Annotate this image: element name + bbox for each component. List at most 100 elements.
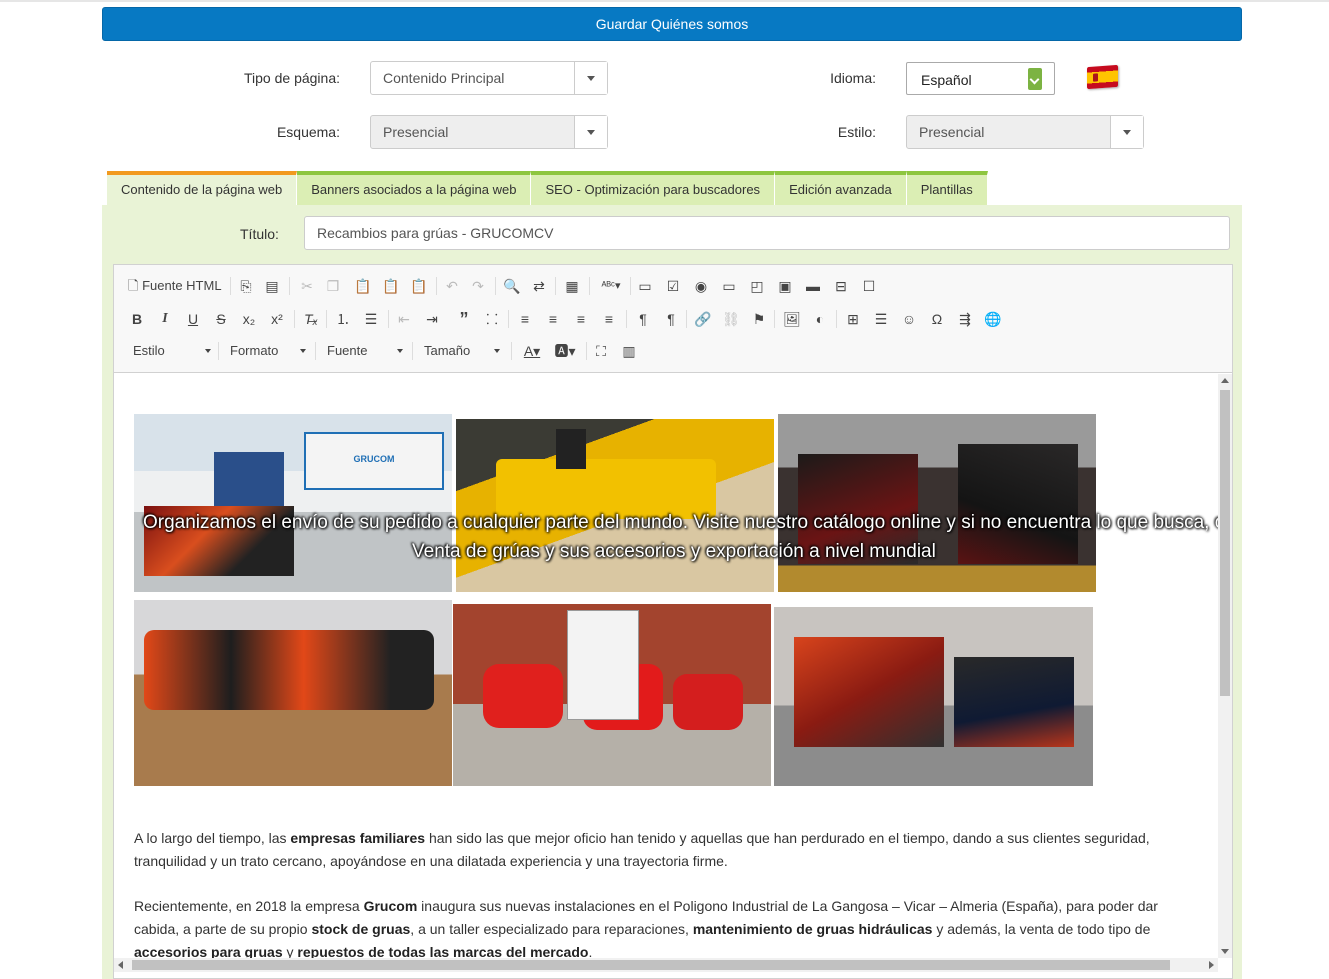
radio-icon[interactable]: ◉ xyxy=(690,275,712,297)
chevron-down-icon[interactable] xyxy=(1110,116,1143,148)
estilo-select[interactable]: Presencial xyxy=(906,115,1144,149)
preview-icon[interactable]: ⎘ xyxy=(235,275,257,297)
anchor-flag-icon[interactable]: ⚑ xyxy=(748,308,770,330)
combo-tamano[interactable]: Tamaño xyxy=(424,340,500,362)
form-icon[interactable]: ▭ xyxy=(634,275,656,297)
scroll-up-icon xyxy=(1221,378,1229,383)
idioma-select[interactable]: Español xyxy=(906,62,1055,95)
paste-icon[interactable]: 📋 xyxy=(352,275,374,297)
select-field-icon[interactable]: ▣ xyxy=(774,275,796,297)
esquema-value: Presencial xyxy=(383,124,449,140)
image-icon[interactable]: 🖼 xyxy=(781,308,803,330)
rich-text-editor: 🗋 Fuente HTML ⎘ ▤ ✂ ❐ 📋 📋 📋 ↶ ↷ 🔍 ⇄ ▦ ᴬᴮ… xyxy=(113,264,1233,979)
subscript-icon[interactable]: x₂ xyxy=(238,308,260,330)
bold-icon[interactable]: B xyxy=(126,308,148,330)
textfield-icon[interactable]: ▭ xyxy=(718,275,740,297)
rtl-icon[interactable]: ¶ xyxy=(660,308,682,330)
save-button[interactable]: Guardar Quiénes somos xyxy=(102,7,1242,41)
tipo-select[interactable]: Contenido Principal xyxy=(370,61,608,95)
tab-plantillas[interactable]: Plantillas xyxy=(906,171,988,205)
unlink-icon[interactable]: ⛓ xyxy=(720,308,742,330)
text-run: A lo largo del tiempo, las xyxy=(134,830,291,846)
table-icon[interactable]: ⊞ xyxy=(842,308,864,330)
overlay-caption-2: Venta de grúas y sus accesorios y export… xyxy=(412,541,936,562)
maximize-icon[interactable]: ⛶ xyxy=(590,340,612,362)
combo-estilo[interactable]: Estilo xyxy=(133,340,211,362)
spellcheck-icon[interactable]: ᴬᴮᶜ▾ xyxy=(596,275,626,297)
background-color-icon[interactable]: 🅰▾ xyxy=(552,340,578,362)
dropdown-check-icon[interactable] xyxy=(1028,68,1042,90)
bold-text: stock de gruas xyxy=(311,921,411,937)
special-char-icon[interactable]: Ω xyxy=(926,308,948,330)
source-html-button[interactable]: 🗋 Fuente HTML xyxy=(128,275,222,297)
numbered-list-icon[interactable]: ⒈ xyxy=(332,308,354,330)
tipo-label: Tipo de página: xyxy=(244,70,340,86)
chevron-down-icon xyxy=(494,349,500,353)
div-container-icon[interactable]: ⸬ xyxy=(481,308,503,330)
search-icon[interactable]: 🔍 xyxy=(501,275,523,297)
ltr-icon[interactable]: ¶ xyxy=(632,308,654,330)
document-icon[interactable]: ▤ xyxy=(261,275,283,297)
bullet-list-icon[interactable]: ☰ xyxy=(360,308,382,330)
align-left-icon[interactable]: ≡ xyxy=(514,308,536,330)
show-blocks-icon[interactable]: ▥ xyxy=(618,340,640,362)
paste-text-icon[interactable]: 📋 xyxy=(380,275,402,297)
flash-icon[interactable]: ◐ xyxy=(809,308,831,330)
scroll-thumb[interactable] xyxy=(132,960,1170,970)
text-color-icon[interactable]: A▾ xyxy=(519,340,545,362)
combo-estilo-label: Estilo xyxy=(133,343,165,358)
scroll-down-icon xyxy=(1221,949,1229,954)
select-all-icon[interactable]: ▦ xyxy=(561,275,583,297)
iframe-globe-icon[interactable]: 🌐 xyxy=(982,308,1004,330)
page-break-icon[interactable]: ⇶ xyxy=(954,308,976,330)
indent-icon[interactable]: ⇥ xyxy=(421,308,443,330)
chevron-down-icon[interactable] xyxy=(574,116,607,148)
strikethrough-icon[interactable]: S xyxy=(210,308,232,330)
tab-edicion-avanzada[interactable]: Edición avanzada xyxy=(775,171,907,205)
undo-icon[interactable]: ↶ xyxy=(441,275,463,297)
superscript-icon[interactable]: x² xyxy=(266,308,288,330)
button-field-icon[interactable]: ▬ xyxy=(802,275,824,297)
hidden-field-icon[interactable]: ☐ xyxy=(858,275,880,297)
tab-banners[interactable]: Banners asociados a la página web xyxy=(297,171,532,205)
scroll-thumb[interactable] xyxy=(1220,390,1230,696)
combo-formato[interactable]: Formato xyxy=(230,340,306,362)
textarea-icon[interactable]: ◰ xyxy=(746,275,768,297)
photo-orange-rotators xyxy=(134,600,452,786)
vertical-scrollbar[interactable] xyxy=(1218,374,1232,958)
italic-icon[interactable]: I xyxy=(154,308,176,330)
checkbox-icon[interactable]: ☑ xyxy=(662,275,684,297)
image-button-icon[interactable]: ⊟ xyxy=(830,275,852,297)
replace-icon[interactable]: ⇄ xyxy=(528,275,550,297)
blockquote-icon[interactable]: ” xyxy=(453,308,475,330)
bold-text: repuestos de todas las marcas del mercad… xyxy=(297,944,589,958)
outdent-icon[interactable]: ⇤ xyxy=(393,308,415,330)
tab-seo[interactable]: SEO - Optimización para buscadores xyxy=(531,171,776,205)
combo-fuente[interactable]: Fuente xyxy=(327,340,403,362)
underline-icon[interactable]: U xyxy=(182,308,204,330)
horizontal-scrollbar[interactable] xyxy=(114,958,1218,972)
esquema-select[interactable]: Presencial xyxy=(370,115,608,149)
titulo-input[interactable]: Recambios para grúas - GRUCOMCV xyxy=(304,216,1230,250)
editor-toolbar: 🗋 Fuente HTML ⎘ ▤ ✂ ❐ 📋 📋 📋 ↶ ↷ 🔍 ⇄ ▦ ᴬᴮ… xyxy=(114,265,1232,373)
link-icon[interactable]: 🔗 xyxy=(692,308,714,330)
paste-word-icon[interactable]: 📋 xyxy=(408,275,430,297)
idioma-label: Idioma: xyxy=(830,70,876,86)
justify-icon[interactable]: ≡ xyxy=(598,308,620,330)
chevron-down-icon[interactable] xyxy=(574,62,607,94)
cut-icon[interactable]: ✂ xyxy=(296,275,318,297)
editor-content[interactable]: GRUCOM Organizamos el envío de su pedido… xyxy=(114,374,1218,958)
photo-yellow-grabs xyxy=(456,419,774,592)
copy-icon[interactable]: ❐ xyxy=(322,275,344,297)
smiley-icon[interactable]: ☺ xyxy=(898,308,920,330)
align-center-icon[interactable]: ≡ xyxy=(542,308,564,330)
align-right-icon[interactable]: ≡ xyxy=(570,308,592,330)
bold-text: Grucom xyxy=(363,898,418,914)
text-run: y además, la venta de todo tipo de xyxy=(932,921,1151,937)
redo-icon[interactable]: ↷ xyxy=(467,275,489,297)
chevron-down-icon xyxy=(300,349,306,353)
remove-format-icon[interactable]: T̶ₓ xyxy=(300,308,322,330)
bold-text: empresas familiares xyxy=(290,830,426,846)
horizontal-rule-icon[interactable]: ☰ xyxy=(870,308,892,330)
tab-contenido[interactable]: Contenido de la página web xyxy=(107,171,298,205)
